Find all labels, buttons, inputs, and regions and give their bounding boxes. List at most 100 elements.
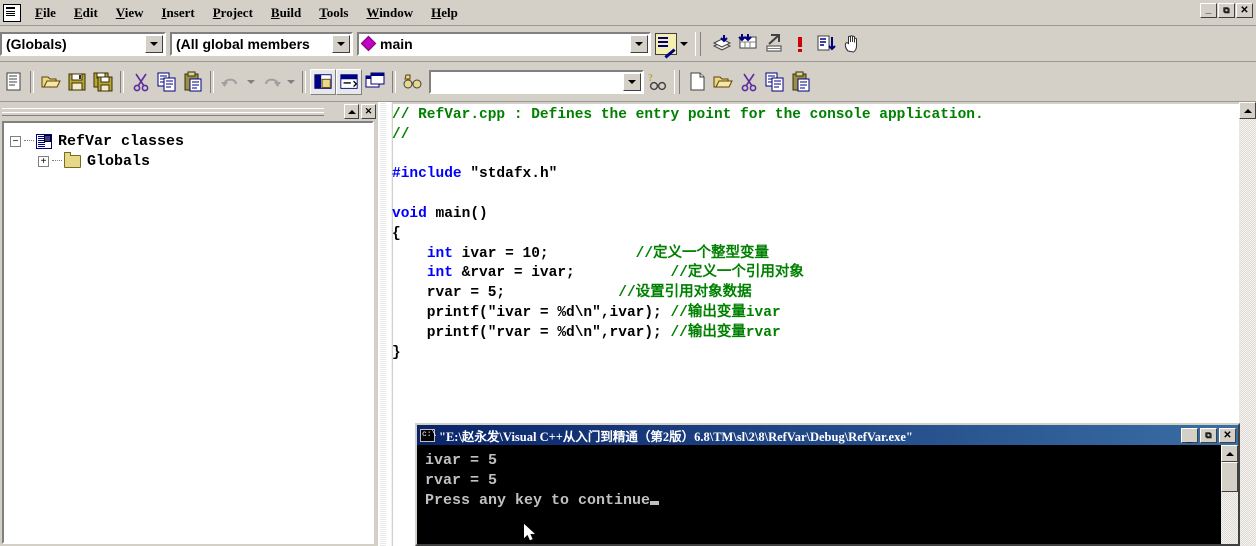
menu-help[interactable]: Help bbox=[422, 2, 467, 24]
code-span: #include bbox=[392, 166, 462, 183]
code-span: //定义一个引用对象 bbox=[670, 265, 804, 282]
editor-source-code[interactable]: // RefVar.cpp : Defines the entry point … bbox=[392, 106, 1236, 363]
redo-button[interactable] bbox=[258, 69, 284, 95]
go-debug-button[interactable] bbox=[839, 31, 865, 57]
save-all-icon bbox=[93, 72, 113, 91]
scissors-icon bbox=[741, 73, 757, 91]
toolbar-separator bbox=[120, 70, 124, 93]
minimize-icon: _ bbox=[1205, 4, 1212, 15]
console-close-button[interactable]: ✕ bbox=[1219, 427, 1236, 443]
hand-icon bbox=[844, 34, 857, 53]
class-view-tree[interactable]: − RefVar classes + Globals bbox=[2, 121, 374, 544]
undo-button[interactable] bbox=[218, 69, 244, 95]
new-document-button[interactable] bbox=[684, 69, 710, 95]
menu-file[interactable]: File bbox=[26, 2, 65, 24]
find-help-button[interactable]: ? bbox=[644, 69, 670, 95]
menu-tools[interactable]: Tools bbox=[310, 2, 357, 24]
menu-build[interactable]: Build bbox=[262, 2, 310, 24]
editor-selection-margin[interactable] bbox=[378, 102, 393, 546]
menu-insert[interactable]: Insert bbox=[152, 2, 203, 24]
find-input[interactable] bbox=[429, 69, 644, 94]
tree-item-refvar-classes[interactable]: − RefVar classes bbox=[10, 131, 372, 151]
mdi-minimize-button[interactable]: _ bbox=[1200, 3, 1217, 18]
console-scroll-thumb[interactable] bbox=[1221, 462, 1238, 492]
mdi-restore-button[interactable]: ⧉ bbox=[1218, 3, 1235, 18]
code-line: // bbox=[392, 126, 1236, 146]
wizardbar-actions-dropdown[interactable] bbox=[677, 33, 691, 55]
code-line: printf("rvar = %d\n",rvar); //输出变量rvar bbox=[392, 324, 1236, 344]
open-folder-icon bbox=[41, 76, 61, 87]
window-list-icon bbox=[365, 72, 385, 87]
execute-program-button[interactable] bbox=[813, 31, 839, 57]
menu-window[interactable]: Window bbox=[357, 2, 422, 24]
menu-view[interactable]: View bbox=[107, 2, 153, 24]
build-button[interactable] bbox=[735, 31, 761, 57]
copy-button-2[interactable] bbox=[762, 69, 788, 95]
new-text-file-button[interactable] bbox=[0, 69, 26, 95]
console-output-text: ivar = 5 rvar = 5 Press any key to conti… bbox=[417, 445, 1238, 511]
member-combo-dropdown[interactable] bbox=[630, 34, 648, 53]
console-vertical-scrollbar[interactable] bbox=[1221, 445, 1238, 544]
code-span: //定义一个整型变量 bbox=[635, 245, 770, 262]
compile-icon bbox=[712, 34, 732, 51]
class-combo[interactable]: (Globals) bbox=[0, 31, 166, 56]
binoculars-icon bbox=[403, 74, 422, 88]
class-combo-dropdown[interactable] bbox=[145, 34, 163, 53]
expander-expand-icon[interactable]: + bbox=[38, 155, 49, 167]
wizardbar-actions-icon[interactable] bbox=[655, 32, 677, 55]
mdi-close-button[interactable]: ✕ bbox=[1236, 3, 1253, 18]
find-in-files-button[interactable] bbox=[400, 69, 426, 95]
code-line: printf("ivar = %d\n",ivar); //输出变量ivar bbox=[392, 304, 1236, 324]
tree-item-globals[interactable]: + Globals bbox=[10, 151, 372, 171]
cut-button-2[interactable] bbox=[736, 69, 762, 95]
build-toolbar-gripper[interactable] bbox=[695, 31, 701, 56]
code-line: rvar = 5; //设置引用对象数据 bbox=[392, 284, 1236, 304]
editor-top-border bbox=[378, 102, 1256, 104]
rebuild-all-button[interactable] bbox=[761, 31, 787, 57]
console-scroll-up-button[interactable] bbox=[1221, 445, 1238, 462]
workspace-close-button[interactable]: ✕ bbox=[361, 104, 376, 119]
menu-project[interactable]: Project bbox=[204, 2, 262, 24]
console-window[interactable]: "E:\赵永发\Visual C++从入门到精通（第2版）6.8\TM\sl\2… bbox=[415, 423, 1240, 546]
console-maximize-button[interactable]: ⧉ bbox=[1200, 427, 1217, 443]
paste-icon bbox=[792, 71, 810, 91]
chevron-down-icon bbox=[337, 41, 345, 46]
window-list-button[interactable] bbox=[362, 69, 388, 95]
extra-toolbar-gripper[interactable] bbox=[674, 69, 680, 94]
open-folder-icon bbox=[713, 76, 733, 87]
open-document-button[interactable] bbox=[710, 69, 736, 95]
menu-edit[interactable]: Edit bbox=[65, 2, 107, 24]
paste-button[interactable] bbox=[180, 69, 206, 95]
compile-button[interactable] bbox=[709, 31, 735, 57]
console-titlebar[interactable]: "E:\赵永发\Visual C++从入门到精通（第2版）6.8\TM\sl\2… bbox=[417, 425, 1238, 445]
standard-toolbar: ? bbox=[0, 62, 1256, 102]
console-minimize-button[interactable]: _ bbox=[1181, 427, 1198, 444]
member-filter-combo[interactable]: (All global members bbox=[170, 31, 353, 56]
console-output-area[interactable]: ivar = 5 rvar = 5 Press any key to conti… bbox=[417, 445, 1238, 544]
paste-icon bbox=[184, 71, 202, 91]
open-file-button[interactable] bbox=[38, 69, 64, 95]
editor-scroll-up-button[interactable] bbox=[1239, 102, 1256, 119]
member-combo[interactable]: main bbox=[357, 31, 651, 56]
output-pane-button[interactable] bbox=[336, 68, 362, 95]
code-line: int &rvar = ivar; //定义一个引用对象 bbox=[392, 264, 1236, 284]
undo-dropdown[interactable] bbox=[244, 71, 258, 93]
cut-button[interactable] bbox=[128, 69, 154, 95]
find-dropdown[interactable] bbox=[623, 72, 641, 91]
class-combo-value: (Globals) bbox=[6, 35, 67, 52]
copy-button[interactable] bbox=[154, 69, 180, 95]
member-filter-combo-dropdown[interactable] bbox=[332, 34, 350, 53]
code-line: { bbox=[392, 225, 1236, 245]
app-icon[interactable] bbox=[3, 3, 21, 22]
save-all-button[interactable] bbox=[90, 69, 116, 95]
expander-collapse-icon[interactable]: − bbox=[10, 135, 21, 147]
workspace-titlebar[interactable]: ✕ bbox=[0, 102, 378, 121]
redo-dropdown[interactable] bbox=[284, 71, 298, 93]
code-span: //设置引用对象数据 bbox=[618, 285, 752, 302]
workspace-rollup-button[interactable] bbox=[344, 104, 359, 119]
workspace-pane-button[interactable] bbox=[310, 68, 336, 95]
editor-vertical-scrollbar[interactable] bbox=[1239, 102, 1256, 546]
paste-button-2[interactable] bbox=[788, 69, 814, 95]
save-file-button[interactable] bbox=[64, 69, 90, 95]
stop-build-button[interactable] bbox=[787, 31, 813, 57]
